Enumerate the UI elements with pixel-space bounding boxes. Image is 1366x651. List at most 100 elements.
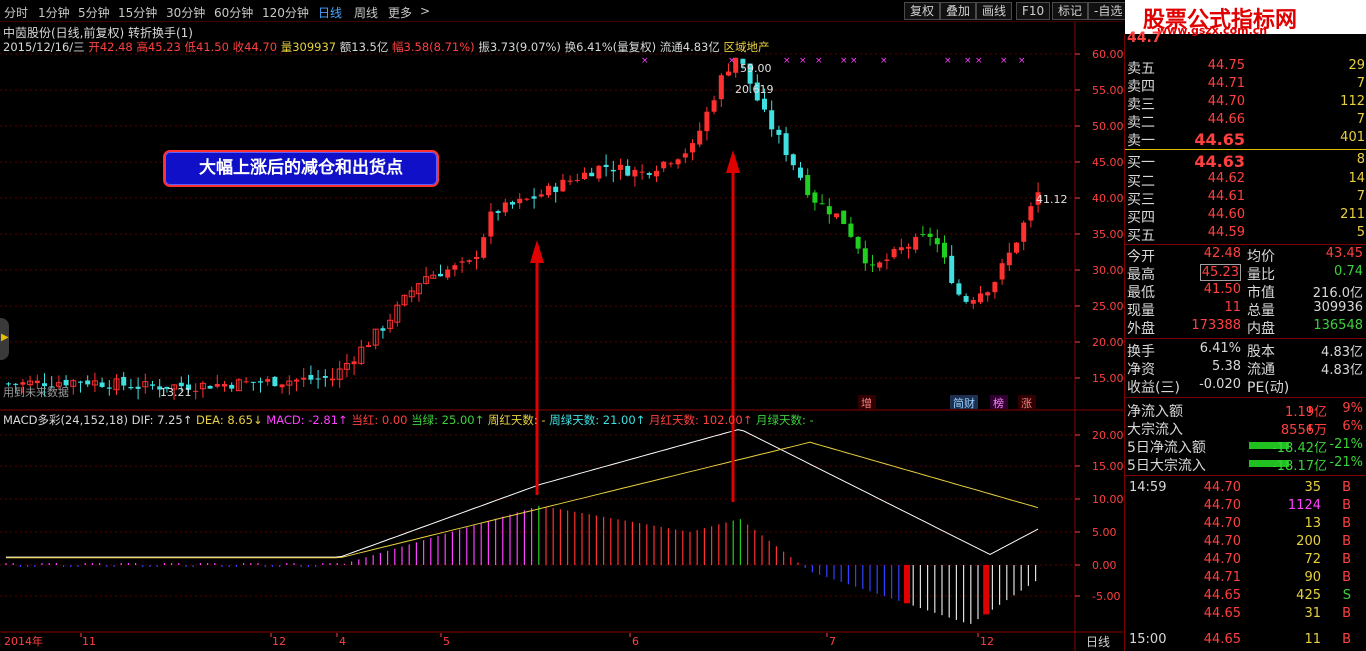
buy-3-row[interactable]: 买三 44.61 7: [1125, 189, 1366, 208]
sell-vol: 29: [1348, 58, 1365, 73]
price-tick: 60.00: [1092, 48, 1123, 61]
buy-price: 44.63: [1194, 152, 1245, 171]
macd-tick: 0.00: [1092, 559, 1117, 572]
fund-label: 5日净流入额: [1127, 440, 1206, 456]
tick-row[interactable]: 44.65 425 S: [1125, 588, 1366, 606]
candle-body: [243, 381, 249, 383]
candle-body: [711, 100, 717, 112]
tick-row[interactable]: 14:59 44.70 35 B: [1125, 480, 1366, 498]
candle-body: [675, 159, 681, 165]
tick-row[interactable]: 44.71 90 B: [1125, 570, 1366, 588]
candle-body: [769, 110, 775, 130]
quote-label: 总量: [1247, 303, 1275, 319]
candle-body: [855, 237, 861, 249]
tick-side: B: [1342, 480, 1351, 495]
candle-body: [78, 381, 83, 383]
tick-price: 44.70: [1203, 516, 1241, 531]
fund-flow-row: 5日净流入额 -18.42亿 -21%: [1125, 437, 1366, 456]
candle-body: [351, 361, 357, 365]
cur-green-value: 当绿: 25.00↑: [411, 413, 485, 427]
tick-row[interactable]: 44.65 31 B: [1125, 606, 1366, 624]
buy-vol: 14: [1348, 171, 1365, 186]
badge-1[interactable]: 增: [861, 396, 872, 410]
panel-collapse-handle[interactable]: ▶: [0, 318, 9, 360]
signal-mark: ×: [850, 56, 858, 66]
tick-row[interactable]: 44.70 1124 B: [1125, 498, 1366, 516]
candle-body: [1006, 252, 1012, 266]
x-tick: 5: [443, 635, 450, 648]
sell-vol: 7: [1356, 76, 1365, 91]
quote-panel: 44.7 卖五 44.75 29 卖四 44.71 7 卖三 44.70 112 卖二 44.…: [1124, 30, 1366, 651]
fund-flow-row: 大宗流入 8556万 6%: [1125, 419, 1366, 438]
candle-body: [106, 387, 112, 389]
candle-body: [1028, 206, 1034, 221]
badge-3[interactable]: 榜: [993, 396, 1004, 410]
candle-body: [949, 255, 955, 284]
macd-bar: [983, 565, 990, 615]
candle-body: [546, 185, 551, 196]
top-price: 44.7: [1127, 30, 1162, 46]
sell-3-row[interactable]: 卖三 44.70 112: [1125, 94, 1366, 113]
book-divider: [1125, 149, 1366, 150]
buy-label: 买五: [1127, 228, 1155, 244]
macd-name[interactable]: MACD多彩(24,152,18): [3, 413, 128, 427]
candle-body: [99, 382, 105, 387]
fund-pct: -21%: [1329, 437, 1363, 452]
quote-value: -0.020: [1199, 377, 1241, 392]
candle-body: [438, 273, 443, 277]
buy-1-row[interactable]: 买一 44.63 8: [1125, 152, 1366, 171]
sell-2-row[interactable]: 卖二 44.66 7: [1125, 112, 1366, 131]
candle-body: [459, 261, 465, 263]
quote-label: 收益(三): [1127, 380, 1180, 396]
tick-row[interactable]: 44.70 13 B: [1125, 516, 1366, 534]
buy-label: 买二: [1127, 174, 1155, 190]
quote-row-open: 今开 42.48 均价 43.45: [1125, 246, 1366, 265]
buy-5-row[interactable]: 买五 44.59 5: [1125, 225, 1366, 244]
section-divider: [1125, 244, 1366, 245]
candle-body: [970, 299, 976, 304]
badge-2[interactable]: 简财: [953, 396, 975, 410]
candle-body: [596, 165, 602, 179]
buy-4-row[interactable]: 买四 44.60 211: [1125, 207, 1366, 226]
buy-price: 44.59: [1207, 225, 1245, 240]
sell-4-row[interactable]: 卖四 44.71 7: [1125, 76, 1366, 95]
fund-label: 净流入额: [1127, 404, 1183, 420]
quote-row-high: 最高 45.23 量比 0.74: [1125, 264, 1366, 283]
sell-1-row[interactable]: 卖一 44.65 401: [1125, 130, 1366, 149]
quote-label: 净资: [1127, 362, 1155, 378]
signal-mark: ×: [799, 56, 807, 66]
candle-body: [898, 247, 904, 251]
candle-body: [128, 387, 134, 389]
candle-body: [884, 259, 890, 261]
quote-label: 外盘: [1127, 321, 1155, 337]
candle-body: [279, 384, 285, 388]
sell-label: 卖二: [1127, 115, 1155, 131]
quote-row-nav: 净资 5.38 流通 4.83亿: [1125, 359, 1366, 378]
candle-body: [1014, 242, 1019, 253]
tick-row[interactable]: 44.70 200 B: [1125, 534, 1366, 552]
macd-tick: 20.00: [1092, 429, 1123, 442]
candle-body: [632, 169, 638, 177]
fund-value: 8556万: [1280, 423, 1327, 438]
candle-body: [906, 246, 911, 249]
quote-value: 4.83亿: [1321, 345, 1363, 360]
tick-row[interactable]: 44.70 72 B: [1125, 552, 1366, 570]
x-tick: 2014年: [4, 634, 43, 648]
candle-body: [999, 263, 1005, 280]
buy-2-row[interactable]: 买二 44.62 14: [1125, 171, 1366, 190]
sell-5-row[interactable]: 卖五 44.75 29: [1125, 58, 1366, 77]
tick-time: 15:00: [1129, 632, 1167, 647]
candle-body: [502, 202, 508, 213]
quote-value: 309936: [1313, 300, 1363, 315]
tick-row[interactable]: 15:00 44.65 11 B: [1125, 632, 1366, 650]
dea-line: [6, 441, 1039, 559]
badge-4[interactable]: 涨: [1021, 397, 1032, 410]
sell-label: 卖一: [1127, 133, 1155, 149]
tick-price: 44.70: [1203, 552, 1241, 567]
kline-chart[interactable]: × × × × × × × × × × × × × 59.00 20.619 13.21 41.12 用…: [0, 0, 1123, 651]
quote-value: 136548: [1313, 318, 1363, 333]
price-tick: 30.00: [1092, 264, 1123, 277]
fund-pct: 9%: [1342, 401, 1363, 416]
tick-volume: 31: [1304, 606, 1321, 621]
chevron-right-icon: ▶: [1, 332, 9, 343]
